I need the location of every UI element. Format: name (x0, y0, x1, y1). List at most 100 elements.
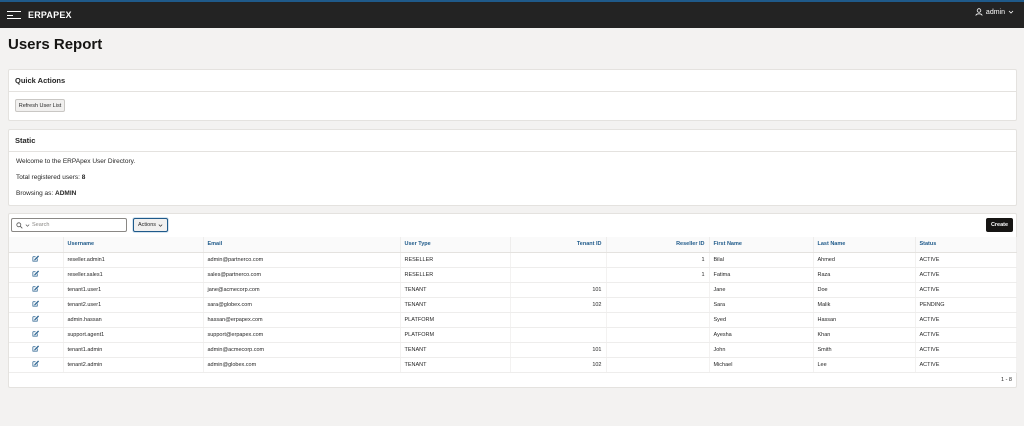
cell-status: PENDING (915, 297, 1017, 313)
cell-tenant-id: 101 (510, 342, 607, 358)
cell-email: admin@acmecorp.com (203, 342, 401, 358)
cell-user-type: PLATFORM (400, 312, 511, 328)
cell-username: reseller.sales1 (63, 267, 204, 283)
app-logo[interactable]: ERPAPEX (28, 10, 72, 20)
row-edit-cell (9, 312, 64, 328)
total-users-value: 8 (81, 174, 86, 181)
edit-icon[interactable] (32, 285, 40, 294)
cell-user-type: TENANT (400, 282, 511, 298)
cell-reseller-id: 1 (606, 252, 710, 268)
cell-username: tenant2.user1 (63, 297, 204, 313)
refresh-user-list-button[interactable]: Refresh User List (15, 99, 65, 112)
row-edit-cell (9, 327, 64, 343)
cell-tenant-id (510, 267, 607, 283)
table-row: support.agent1 support@erpapex.com PLATFOR… (9, 327, 1017, 343)
cell-email: admin@globex.com (203, 357, 401, 373)
create-button[interactable]: Create (986, 218, 1013, 232)
search-field[interactable] (11, 218, 127, 232)
edit-icon[interactable] (32, 345, 40, 354)
pagination-info: 1 - 8 (1000, 377, 1012, 383)
cell-username: tenant1.admin (63, 342, 204, 358)
column-header-username[interactable]: Username (63, 237, 204, 253)
cell-first-name: Michael (709, 357, 814, 373)
cell-tenant-id: 101 (510, 282, 607, 298)
cell-email: sales@partnerco.com (203, 267, 401, 283)
cell-status: ACTIVE (915, 267, 1017, 283)
edit-icon[interactable] (32, 330, 40, 339)
cell-username: support.agent1 (63, 327, 204, 343)
table-row: tenant2.admin admin@globex.com TENANT 102 Mi… (9, 357, 1017, 373)
actions-menu-button[interactable]: Actions (133, 218, 168, 232)
cell-last-name: Doe (813, 282, 916, 298)
column-header-user-type[interactable]: User Type (400, 237, 511, 253)
table-row: reseller.sales1 sales@partnerco.com RESELL… (9, 267, 1017, 283)
static-region-title: Static (9, 130, 1016, 152)
cell-first-name: Syed (709, 312, 814, 328)
search-input[interactable] (32, 222, 122, 228)
table-row: admin.hassan hassan@erpapex.com PLATFORM Sy… (9, 312, 1017, 328)
chevron-down-icon (1008, 10, 1014, 14)
cell-status: ACTIVE (915, 342, 1017, 358)
actions-label: Actions (137, 222, 157, 228)
cell-status: ACTIVE (915, 282, 1017, 298)
cell-reseller-id (606, 312, 710, 328)
cell-first-name: John (709, 342, 814, 358)
cell-user-type: TENANT (400, 342, 511, 358)
row-edit-cell (9, 297, 64, 313)
row-edit-cell (9, 282, 64, 298)
users-table: Username Email User Type Tenant ID Resel… (9, 237, 1017, 373)
cell-first-name: Jane (709, 282, 814, 298)
cell-first-name: Ayesha (709, 327, 814, 343)
cell-last-name: Ahmed (813, 252, 916, 268)
cell-status: ACTIVE (915, 327, 1017, 343)
cell-status: ACTIVE (915, 252, 1017, 268)
table-row: reseller.admin1 admin@partnerco.com RESELL… (9, 252, 1017, 268)
cell-last-name: Khan (813, 327, 916, 343)
static-region: Static Welcome to the ERPApex User Direc… (8, 129, 1017, 206)
edit-icon[interactable] (32, 300, 40, 309)
quick-actions-title: Quick Actions (9, 70, 1016, 92)
table-row: tenant1.user1 jane@acmecorp.com TENANT 101 J… (9, 282, 1017, 298)
column-header-tenant-id[interactable]: Tenant ID (510, 237, 607, 253)
total-users-text: Total registered users: 8 (16, 174, 85, 181)
edit-icon[interactable] (32, 255, 40, 264)
chevron-down-icon (158, 223, 163, 227)
edit-icon[interactable] (32, 270, 40, 279)
column-header-status[interactable]: Status (915, 237, 1017, 253)
user-icon (975, 8, 983, 16)
cell-email: sara@globex.com (203, 297, 401, 313)
cell-status: ACTIVE (915, 357, 1017, 373)
column-header-last-name[interactable]: Last Name (813, 237, 916, 253)
cell-username: tenant2.admin (63, 357, 204, 373)
cell-last-name: Hassan (813, 312, 916, 328)
cell-user-type: RESELLER (400, 252, 511, 268)
cell-last-name: Lee (813, 357, 916, 373)
cell-first-name: Sara (709, 297, 814, 313)
cell-status: ACTIVE (915, 312, 1017, 328)
column-header-first-name[interactable]: First Name (709, 237, 814, 253)
edit-icon[interactable] (32, 315, 40, 324)
cell-user-type: TENANT (400, 297, 511, 313)
cell-reseller-id: 1 (606, 267, 710, 283)
users-grid-region: Actions Create Username Email User Type … (8, 213, 1017, 388)
row-edit-cell (9, 342, 64, 358)
cell-tenant-id (510, 327, 607, 343)
cell-tenant-id (510, 252, 607, 268)
cell-first-name: Bilal (709, 252, 814, 268)
cell-tenant-id (510, 312, 607, 328)
chevron-down-icon (25, 223, 30, 227)
cell-reseller-id (606, 357, 710, 373)
total-users-label: Total registered users: (16, 174, 82, 181)
column-header-reseller-id[interactable]: Reseller ID (606, 237, 710, 253)
top-navigation-bar: ERPAPEX admin (0, 0, 1024, 28)
cell-reseller-id (606, 282, 710, 298)
edit-icon[interactable] (32, 360, 40, 369)
cell-email: hassan@erpapex.com (203, 312, 401, 328)
column-header-email[interactable]: Email (203, 237, 401, 253)
user-menu-button[interactable]: admin (975, 8, 1014, 16)
quick-actions-region: Quick Actions Refresh User List (8, 69, 1017, 121)
cell-email: jane@acmecorp.com (203, 282, 401, 298)
row-edit-cell (9, 267, 64, 283)
hamburger-menu-icon[interactable] (7, 9, 21, 21)
table-row: tenant2.user1 sara@globex.com TENANT 102 Sar… (9, 297, 1017, 313)
